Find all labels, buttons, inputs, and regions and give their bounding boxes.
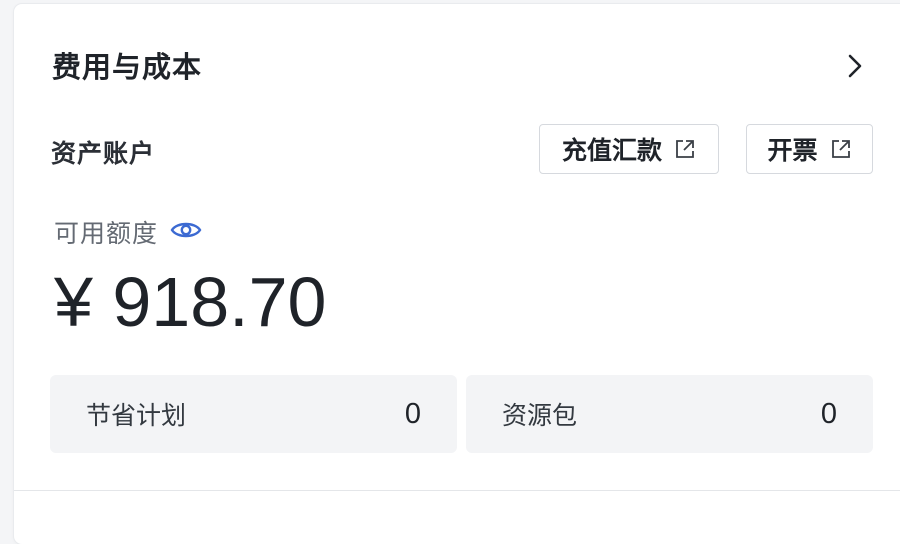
- stat-label: 资源包: [502, 401, 578, 430]
- invoice-button[interactable]: 开票: [746, 124, 873, 174]
- cost-card: 费用与成本 资产账户 充值汇款 开票 可用额度 ¥ 918.70 节省计划 0 …: [14, 4, 900, 544]
- external-link-icon: [674, 138, 696, 160]
- stat-label: 节省计划: [86, 401, 187, 430]
- divider: [14, 490, 900, 491]
- invoice-button-label: 开票: [767, 136, 818, 165]
- savings-plan-stat[interactable]: 节省计划 0: [50, 375, 457, 453]
- chevron-right-icon[interactable]: [840, 48, 870, 84]
- available-amount: ¥ 918.70: [54, 263, 327, 341]
- available-quota-label: 可用额度: [54, 219, 159, 248]
- eye-icon[interactable]: [169, 216, 203, 244]
- recharge-button[interactable]: 充值汇款: [539, 124, 719, 174]
- stat-value: 0: [404, 397, 421, 430]
- stat-value: 0: [820, 397, 837, 430]
- card-title: 费用与成本: [52, 50, 203, 84]
- asset-account-label: 资产账户: [51, 139, 156, 168]
- external-link-icon: [830, 138, 852, 160]
- resource-pack-stat[interactable]: 资源包 0: [466, 375, 873, 453]
- recharge-button-label: 充值汇款: [561, 136, 662, 165]
